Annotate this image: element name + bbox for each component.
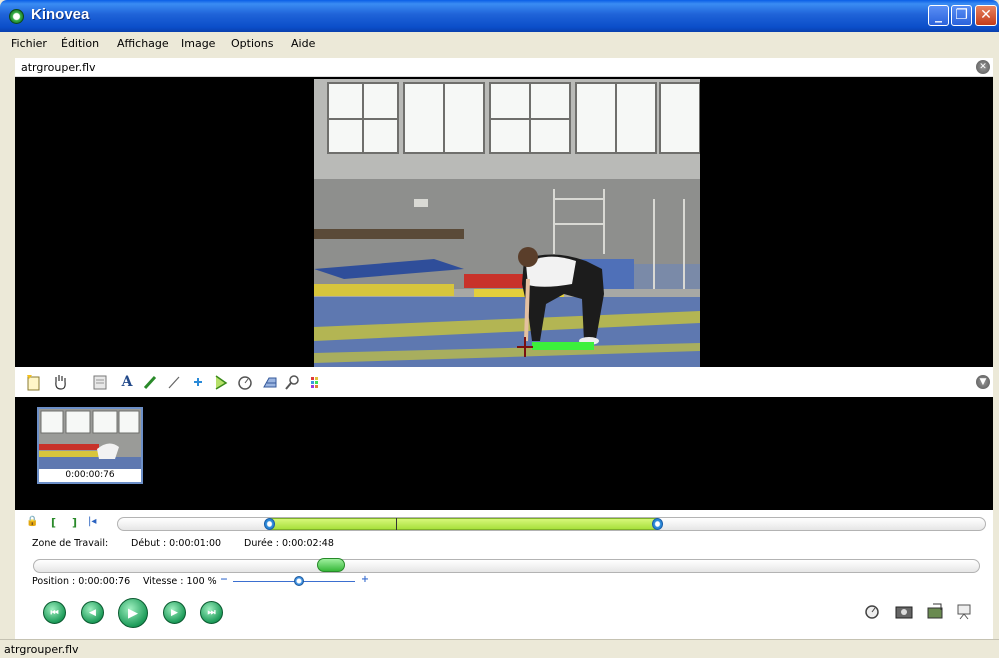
menu-fichier[interactable]: Fichier <box>11 37 47 50</box>
close-button[interactable]: ✕ <box>975 5 997 26</box>
color-profile-icon[interactable] <box>307 373 325 391</box>
keyframe-timecode: 0:00:00:76 <box>39 469 141 482</box>
speed-decrease-icon[interactable]: − <box>220 574 228 585</box>
title-bar: Kinovea _ ❐ ✕ <box>0 0 999 32</box>
position-label: Position : 0:00:00:76 <box>32 576 131 587</box>
comment-icon[interactable] <box>91 373 109 391</box>
menu-options[interactable]: Options <box>231 37 273 50</box>
keyframe-thumbnail[interactable]: 0:00:00:76 <box>37 407 143 484</box>
position-slider-thumb[interactable] <box>317 558 345 572</box>
player-controls: 🔒 [ ] |◂ Zone de Travail: Début : 0:00:0… <box>15 510 993 639</box>
angle-icon[interactable] <box>212 373 230 391</box>
menu-image[interactable]: Image <box>181 37 215 50</box>
file-name: atrgrouper.flv <box>21 61 96 74</box>
working-zone-selection[interactable] <box>270 518 658 530</box>
minimize-button[interactable]: _ <box>928 5 949 26</box>
working-zone-start: Début : 0:00:01:00 <box>131 538 222 549</box>
cross-marker-icon[interactable] <box>189 373 207 391</box>
hand-icon[interactable] <box>51 373 69 391</box>
text-icon[interactable]: A <box>118 373 136 391</box>
window-title: Kinovea <box>31 6 90 23</box>
collapse-panel-icon[interactable]: ▼ <box>976 375 990 389</box>
menu-bar: Fichier Édition Affichage Image Options … <box>4 32 995 57</box>
speed-label: Vitesse : 100 % <box>143 576 217 587</box>
add-keyframe-icon[interactable] <box>25 373 43 391</box>
video-frame[interactable] <box>314 79 700 367</box>
position-track[interactable] <box>33 559 980 573</box>
line-icon[interactable] <box>165 373 183 391</box>
working-zone-duration: Durée : 0:00:02:48 <box>244 538 334 549</box>
next-frame-button[interactable]: ▶ <box>163 601 186 624</box>
screen-header: atrgrouper.flv ✕ <box>15 58 993 77</box>
kinovea-app-icon <box>9 9 24 24</box>
previous-frame-button[interactable]: ◀ <box>81 601 104 624</box>
close-screen-icon[interactable]: ✕ <box>976 60 990 74</box>
presentation-icon[interactable] <box>955 602 973 624</box>
first-frame-button[interactable]: ⏮ <box>43 601 66 624</box>
working-zone-end-handle[interactable] <box>652 518 663 530</box>
speed-increase-icon[interactable]: + <box>361 574 369 585</box>
grid-icon[interactable] <box>261 373 279 391</box>
drawing-toolbar: A ▼ <box>15 367 993 397</box>
snapshot-camera-icon[interactable] <box>894 602 914 624</box>
video-viewport[interactable] <box>15 77 993 367</box>
maximize-button[interactable]: ❐ <box>951 5 972 26</box>
working-zone-label: Zone de Travail: <box>32 538 109 549</box>
status-bar: atrgrouper.flv <box>0 639 999 658</box>
pencil-icon[interactable] <box>141 373 159 391</box>
set-start-icon[interactable]: [ <box>51 516 56 529</box>
keyframes-panel: 0:00:00:76 <box>15 397 993 510</box>
last-frame-button[interactable]: ⏭ <box>200 601 223 624</box>
lock-icon[interactable]: 🔒 <box>26 516 38 527</box>
working-zone-cursor <box>396 518 397 530</box>
working-zone-start-handle[interactable] <box>264 518 275 530</box>
speed-slider-knob[interactable] <box>294 576 304 586</box>
menu-edition[interactable]: Édition <box>61 37 99 50</box>
play-button[interactable]: ▶ <box>118 598 148 628</box>
timer-icon[interactable] <box>863 602 881 624</box>
keyframe-thumbnail-image <box>39 409 141 469</box>
magnifier-icon[interactable] <box>283 373 301 391</box>
chrono-icon[interactable] <box>236 373 254 391</box>
set-end-icon[interactable]: ] <box>72 516 77 529</box>
video-frame-image <box>314 79 700 367</box>
goto-start-icon[interactable]: |◂ <box>88 516 96 527</box>
menu-aide[interactable]: Aide <box>291 37 315 50</box>
save-video-icon[interactable] <box>925 602 945 624</box>
menu-affichage[interactable]: Affichage <box>117 37 169 50</box>
status-text: atrgrouper.flv <box>4 643 79 656</box>
